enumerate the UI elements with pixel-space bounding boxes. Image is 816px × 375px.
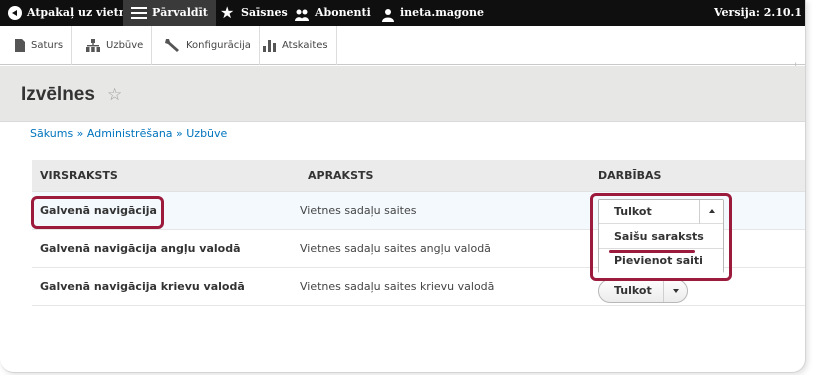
admin-tray: Saturs Uzbūve Konfigurācija Atskaites |⬅ xyxy=(0,26,805,84)
subscribers-tab[interactable]: Abonenti xyxy=(294,0,371,26)
row-title: Galvenā navigācija krievu valodā xyxy=(40,280,245,293)
manage-label: Pārvaldīt xyxy=(152,6,208,19)
table-header: VIRSRAKSTS APRAKSTS DARBĪBAS xyxy=(32,160,805,192)
back-to-site-label: Atpakaļ uz vietni xyxy=(27,6,131,19)
column-header-operations: DARBĪBAS xyxy=(598,169,662,182)
row-description: Vietnes sadaļu saites krievu valodā xyxy=(300,280,495,293)
row3-operations-button[interactable]: Tulkot xyxy=(598,279,688,303)
tray-item-reports[interactable]: Atskaites xyxy=(255,26,337,65)
admin-page: Atpakaļ uz vietni Pārvaldīt ★ Saīsnes Abo… xyxy=(0,0,806,373)
manage-tab[interactable]: Pārvaldīt xyxy=(123,0,216,26)
user-icon xyxy=(381,6,395,22)
content-icon xyxy=(15,38,25,52)
screenshot-frame: Atpakaļ uz vietni Pārvaldīt ★ Saīsnes Abo… xyxy=(0,0,816,375)
tray-item-label: Saturs xyxy=(31,40,64,51)
emphasis-underline xyxy=(609,250,695,253)
page-header: Izvēlnes ☆ xyxy=(0,66,805,122)
shortcuts-tab[interactable]: ★ Saīsnes xyxy=(220,0,288,26)
emphasis-box-dropdown xyxy=(590,193,732,281)
tray-item-label: Uzbūve xyxy=(106,40,144,51)
row3-operations-label: Tulkot xyxy=(614,284,652,297)
star-icon: ★ xyxy=(220,3,235,22)
tray-item-label: Atskaites xyxy=(282,40,328,51)
back-arrow-icon xyxy=(8,6,22,20)
column-header-description: APRAKSTS xyxy=(308,169,374,182)
wrench-icon xyxy=(165,39,179,52)
chevron-down-icon[interactable] xyxy=(663,280,687,302)
admin-toolbar: Atpakaļ uz vietni Pārvaldīt ★ Saīsnes Abo… xyxy=(0,0,805,26)
user-name-label: ineta.magone xyxy=(400,6,485,19)
shortcut-star-icon[interactable]: ☆ xyxy=(107,85,122,105)
menu-icon xyxy=(131,7,147,19)
row-description: Vietnes sadaļu saites angļu valodā xyxy=(300,242,491,255)
tray-item-content[interactable]: Saturs xyxy=(6,26,73,65)
reports-icon xyxy=(263,40,276,52)
structure-icon xyxy=(86,38,100,52)
user-tab[interactable]: ineta.magone xyxy=(381,0,484,26)
page-title: Izvēlnes xyxy=(21,84,95,105)
subscribers-label: Abonenti xyxy=(315,6,371,19)
tray-item-structure[interactable]: Uzbūve xyxy=(77,26,153,65)
tray-item-label: Konfigurācija xyxy=(186,40,251,51)
people-icon xyxy=(294,6,310,21)
version-label: Versija: 2.10.1 xyxy=(714,6,802,19)
shortcuts-label: Saīsnes xyxy=(241,6,288,19)
emphasis-box-row-title xyxy=(31,196,164,229)
row-title: Galvenā navigācija angļu valodā xyxy=(40,242,241,255)
column-header-title: VIRSRAKSTS xyxy=(40,169,118,182)
tray-item-configuration[interactable]: Konfigurācija xyxy=(155,26,260,65)
back-to-site-link[interactable]: Atpakaļ uz vietni xyxy=(8,0,131,26)
row-description: Vietnes sadaļu saites xyxy=(300,204,417,217)
breadcrumb[interactable]: Sākums » Administrēšana » Uzbūve xyxy=(30,127,227,140)
